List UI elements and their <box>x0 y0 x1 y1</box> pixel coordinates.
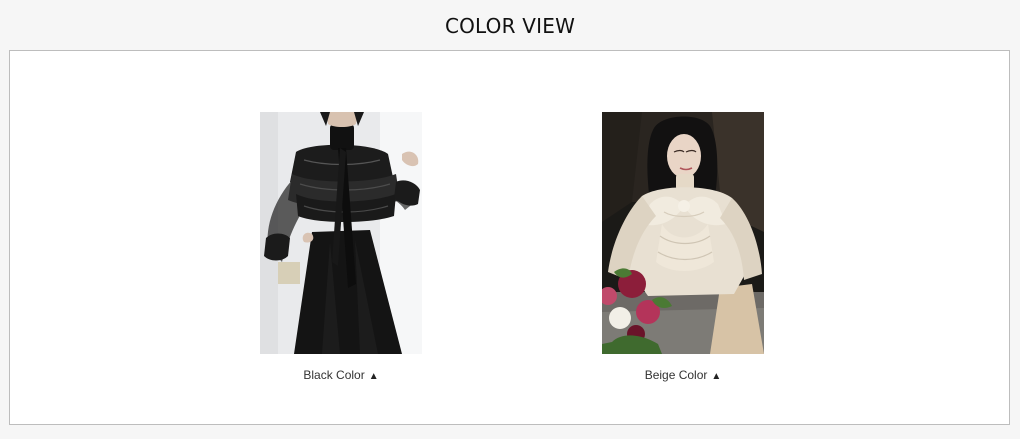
black-color-caption[interactable]: Black Color ▲ <box>259 368 423 384</box>
color-option-black[interactable]: Black Color ▲ <box>259 112 423 384</box>
up-triangle-icon: ▲ <box>368 371 379 382</box>
beige-color-photo[interactable] <box>602 112 764 354</box>
black-color-label: Black Color <box>303 368 365 382</box>
section-title: COLOR VIEW <box>444 14 576 38</box>
up-triangle-icon: ▲ <box>711 371 722 382</box>
beige-color-caption[interactable]: Beige Color ▲ <box>601 368 765 384</box>
black-color-photo[interactable] <box>260 112 422 354</box>
beige-color-label: Beige Color <box>644 368 708 382</box>
color-view-panel: Black Color ▲ Beige Color ▲ <box>9 50 1010 425</box>
color-option-beige[interactable]: Beige Color ▲ <box>601 112 765 384</box>
